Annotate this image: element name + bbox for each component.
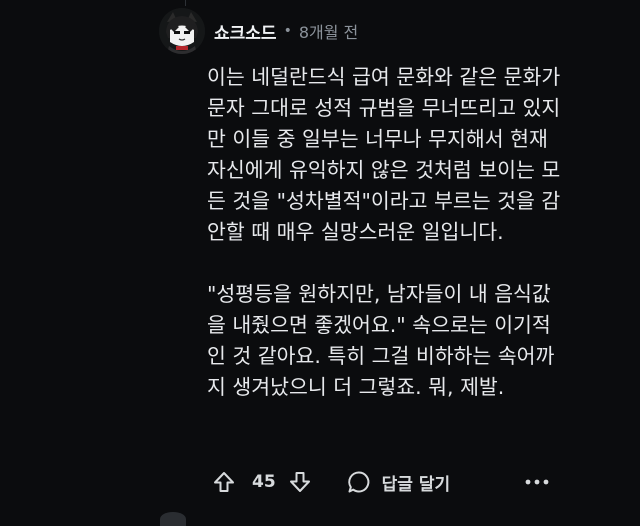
- ellipsis-icon: [525, 479, 549, 485]
- text-line: 인 것 같아요. 특히 그걸 비하하는 속어까: [207, 344, 555, 368]
- text-line: 문자 그대로 성적 규범을 무너뜨리고 있지: [207, 96, 561, 120]
- text-line: 지 생겨났으니 더 그렇죠. 뭐, 제발.: [207, 375, 505, 399]
- comment-body: 이는 네덜란드식 급여 문화와 같은 문화가 문자 그대로 성적 규범을 무너뜨…: [207, 62, 627, 403]
- vote-score: 45: [252, 472, 276, 492]
- speech-bubble-icon: [347, 471, 370, 493]
- next-comment-avatar-edge: [160, 512, 186, 526]
- author-name[interactable]: 쇼크소드: [214, 19, 277, 44]
- text-line: "성평등을 원하지만, 남자들이 내 음식값: [207, 282, 551, 306]
- comment-header: 쇼크소드 • 8개월 전: [214, 16, 358, 46]
- paragraph: "성평등을 원하지만, 남자들이 내 음식값 을 내줬으면 좋겠어요." 속으로…: [207, 279, 627, 403]
- text-line: 든 것을 "성차별적"이라고 부르는 것을 감: [207, 189, 561, 213]
- reply-label: 답글 달기: [381, 474, 451, 495]
- more-options-button[interactable]: [520, 466, 554, 498]
- timestamp: 8개월 전: [298, 23, 359, 42]
- text-line: 안할 때 매우 실망스러운 일입니다.: [207, 220, 504, 244]
- downvote-arrow-icon: [289, 472, 310, 492]
- text-line: 만 이들 중 일부는 너무나 무지해서 현재: [207, 127, 548, 151]
- comment: 쇼크소드 • 8개월 전 이는 네덜란드식 급여 문화와 같은 문화가 문자 그…: [0, 0, 640, 526]
- downvote-button[interactable]: [284, 466, 316, 498]
- text-line: 자신에게 유익하지 않은 것처럼 보이는 모: [207, 158, 561, 182]
- paragraph: 이는 네덜란드식 급여 문화와 같은 문화가 문자 그대로 성적 규범을 무너뜨…: [207, 62, 627, 248]
- avatar-image: [159, 8, 205, 54]
- reply-button[interactable]: 답글 달기: [346, 469, 450, 495]
- text-line: 을 내줬으면 좋겠어요." 속으로는 이기적: [207, 313, 551, 337]
- upvote-arrow-icon: [214, 472, 234, 492]
- upvote-button[interactable]: [208, 466, 240, 498]
- avatar[interactable]: [159, 8, 205, 54]
- meta-separator: •: [283, 23, 292, 39]
- text-line: 이는 네덜란드식 급여 문화와 같은 문화가: [207, 65, 561, 89]
- comment-actions: 45 답글 달기: [208, 462, 450, 502]
